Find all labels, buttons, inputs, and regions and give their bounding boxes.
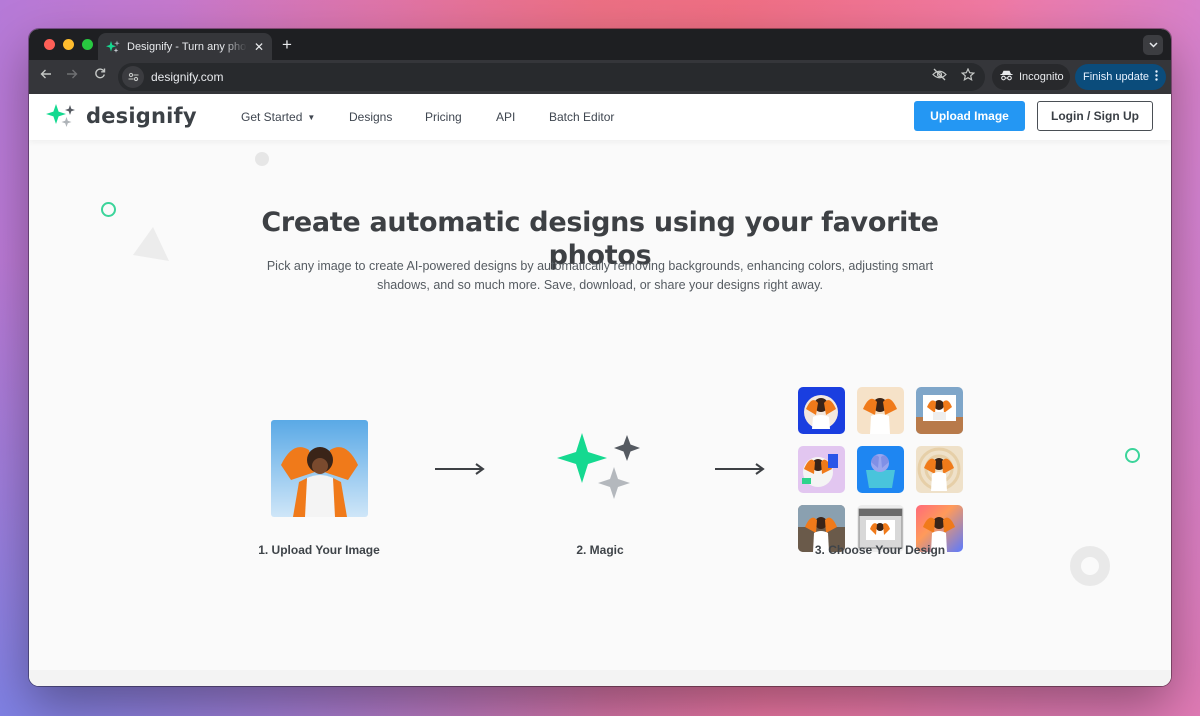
menu-api[interactable]: API bbox=[496, 110, 549, 124]
hero-subtitle: Pick any image to create AI-powered desi… bbox=[250, 257, 950, 295]
designify-favicon-icon bbox=[106, 40, 120, 54]
finish-update-label: Finish update bbox=[1083, 71, 1150, 83]
design-thumbnail[interactable] bbox=[916, 387, 963, 434]
tab-search-chevron-icon[interactable] bbox=[1143, 35, 1163, 55]
decor-ring-gray bbox=[1070, 546, 1110, 586]
design-thumbnail[interactable] bbox=[857, 387, 904, 434]
decor-ring-green-right bbox=[1125, 448, 1140, 463]
upload-preview-image bbox=[271, 420, 368, 517]
hero-subtitle-line2: shadows, and so much more. Save, downloa… bbox=[377, 278, 823, 292]
main-menu: Get Started ▼ Designs Pricing API Batch E… bbox=[241, 110, 614, 124]
design-options-grid bbox=[798, 387, 963, 552]
omnibox-actions bbox=[932, 67, 976, 84]
finish-update-button[interactable]: Finish update bbox=[1075, 64, 1166, 90]
design-thumbnail[interactable] bbox=[857, 446, 904, 493]
browser-window: Designify - Turn any photo into a design… bbox=[29, 29, 1171, 686]
incognito-indicator[interactable]: Incognito bbox=[992, 64, 1070, 90]
designify-logo[interactable]: designify bbox=[46, 103, 197, 129]
arrow-right-icon bbox=[435, 463, 485, 475]
step-magic-label: 2. Magic bbox=[576, 543, 624, 557]
design-thumbnail[interactable] bbox=[916, 446, 963, 493]
new-tab-button[interactable]: + bbox=[282, 35, 292, 55]
browser-toolbar: designify.com Incognito Finish update bbox=[29, 60, 1171, 94]
sparkle-logo-icon bbox=[46, 104, 75, 127]
address-bar[interactable]: designify.com bbox=[118, 63, 985, 91]
back-arrow-icon[interactable] bbox=[36, 67, 56, 83]
decor-dot bbox=[255, 152, 269, 166]
web-page: designify Get Started ▼ Designs Pricing A… bbox=[29, 94, 1171, 686]
login-signup-button[interactable]: Login / Sign Up bbox=[1037, 101, 1153, 131]
browser-tab[interactable]: Designify - Turn any photo into a design… bbox=[98, 33, 272, 60]
hero-title-line1: Create automatic designs using your favo… bbox=[261, 207, 939, 238]
minimize-window-button[interactable] bbox=[63, 39, 74, 50]
logo-wordmark: designify bbox=[86, 104, 197, 128]
design-thumbnail[interactable] bbox=[798, 387, 845, 434]
menu-pricing[interactable]: Pricing bbox=[425, 110, 496, 124]
maximize-window-button[interactable] bbox=[82, 39, 93, 50]
tab-strip: Designify - Turn any photo into a design… bbox=[29, 29, 1171, 60]
forward-arrow-icon[interactable] bbox=[62, 67, 82, 83]
step-upload-label: 1. Upload Your Image bbox=[258, 543, 380, 557]
hero-subtitle-line1: Pick any image to create AI-powered desi… bbox=[266, 259, 934, 273]
arrow-right-icon bbox=[715, 463, 765, 475]
magic-sparkle-icon bbox=[557, 433, 640, 499]
tab-close-icon[interactable]: ✕ bbox=[254, 40, 264, 54]
tab-title: Designify - Turn any photo into a design bbox=[127, 40, 247, 53]
page-footer-strip bbox=[29, 670, 1171, 686]
step-choose-label: 3. Choose Your Design bbox=[814, 543, 946, 557]
eye-slash-icon[interactable] bbox=[932, 68, 947, 84]
design-thumbnail[interactable] bbox=[798, 446, 845, 493]
site-navbar: designify Get Started ▼ Designs Pricing A… bbox=[29, 94, 1171, 140]
more-vertical-icon[interactable] bbox=[1155, 70, 1158, 84]
menu-get-started-label: Get Started bbox=[241, 110, 303, 124]
upload-image-button[interactable]: Upload Image bbox=[914, 101, 1025, 131]
url-text[interactable]: designify.com bbox=[151, 70, 223, 84]
caret-down-icon: ▼ bbox=[307, 113, 316, 122]
close-window-button[interactable] bbox=[44, 39, 55, 50]
bookmark-star-icon[interactable] bbox=[960, 67, 976, 84]
menu-batch-editor[interactable]: Batch Editor bbox=[549, 110, 614, 124]
window-controls bbox=[44, 39, 93, 50]
menu-get-started[interactable]: Get Started ▼ bbox=[241, 110, 349, 124]
incognito-icon bbox=[1000, 70, 1013, 84]
menu-designs[interactable]: Designs bbox=[349, 110, 425, 124]
reload-icon[interactable] bbox=[90, 67, 110, 82]
site-info-icon[interactable] bbox=[122, 66, 144, 88]
incognito-label: Incognito bbox=[1019, 71, 1064, 83]
